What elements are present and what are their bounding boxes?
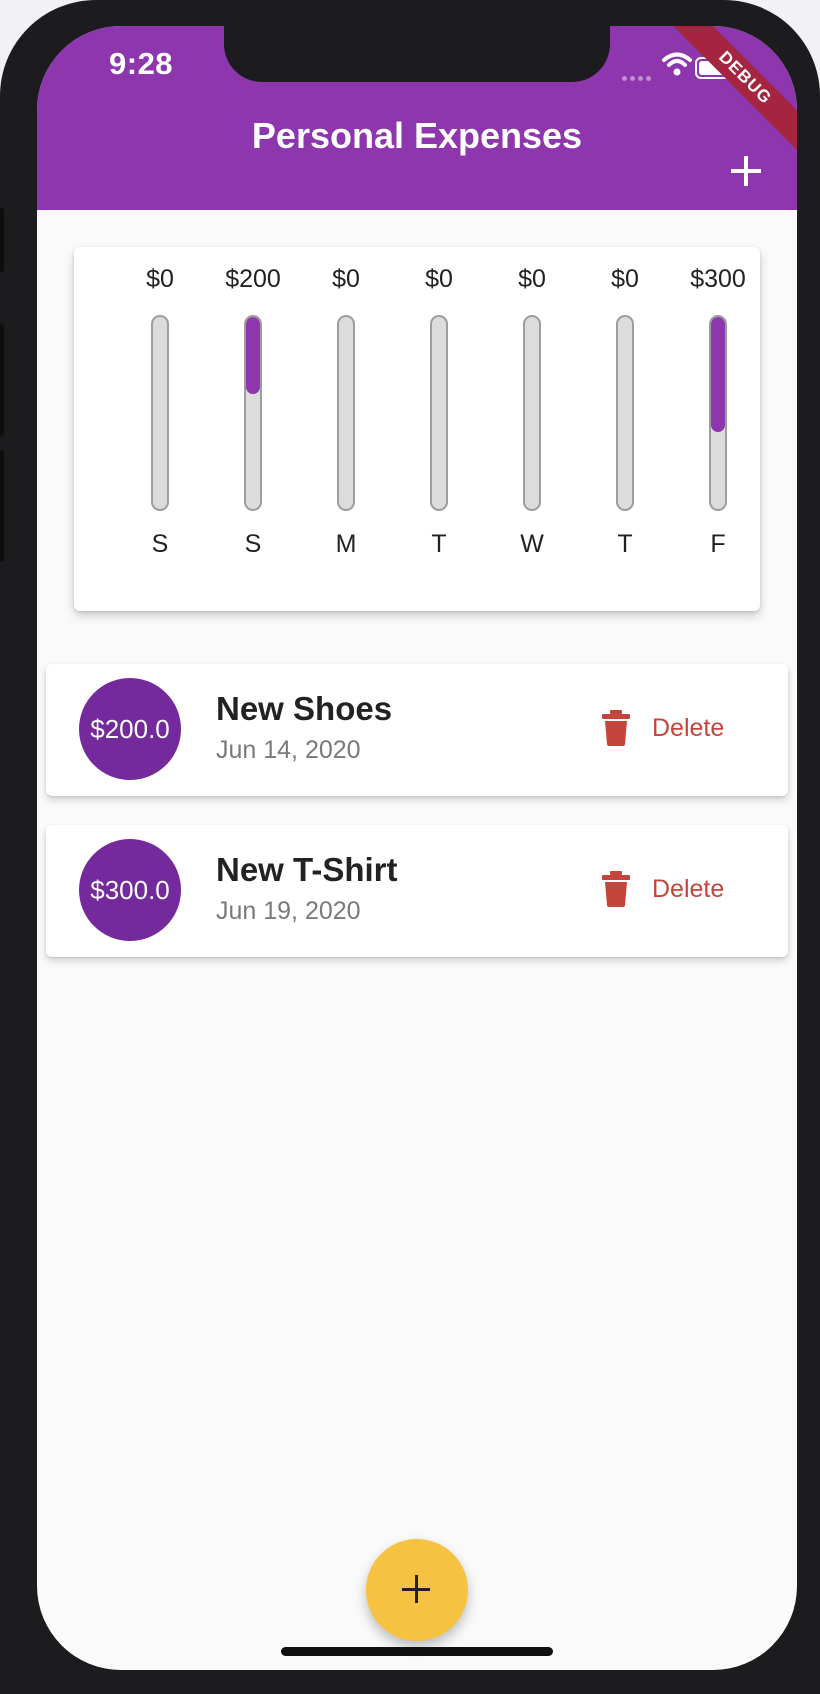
delete-label: Delete bbox=[652, 875, 725, 903]
phone-device: 9:28 DEBUG Personal Expenses $0 S $200 S… bbox=[0, 0, 820, 1694]
transaction-title: New Shoes bbox=[216, 690, 393, 727]
chart-day-column: $300 F bbox=[678, 247, 758, 611]
volume-down-button bbox=[0, 450, 4, 562]
chart-bar-track bbox=[430, 315, 448, 511]
chart-bar-track bbox=[244, 315, 262, 511]
delete-button[interactable]: Delete bbox=[601, 710, 761, 750]
chart-bar-track bbox=[151, 315, 169, 511]
chart-day-column: $0 T bbox=[585, 247, 665, 611]
chart-day-column: $0 M bbox=[306, 247, 386, 611]
chart-day-label: M bbox=[335, 530, 357, 558]
status-time: 9:28 bbox=[109, 46, 174, 81]
chart-day-label: T bbox=[617, 530, 633, 558]
chart-day-column: $200 S bbox=[213, 247, 293, 611]
app-title: Personal Expenses bbox=[251, 115, 583, 156]
app-bar: 9:28 DEBUG Personal Expenses bbox=[37, 26, 797, 210]
chart-day-column: $0 W bbox=[492, 247, 572, 611]
trash-icon bbox=[602, 871, 630, 907]
chart-day-label: W bbox=[520, 530, 544, 558]
chart-bar-track bbox=[709, 315, 727, 511]
chart-bar bbox=[711, 317, 725, 433]
weekly-chart-card: $0 S $200 S $0 M $0 T $0 W $0 T $300 F bbox=[74, 247, 760, 611]
wifi-icon bbox=[662, 52, 692, 76]
app-screen: 9:28 DEBUG Personal Expenses $0 S $200 S… bbox=[37, 26, 797, 1670]
amount-avatar: $300.0 bbox=[79, 839, 181, 941]
delete-button[interactable]: Delete bbox=[601, 871, 761, 911]
transaction-date: Jun 19, 2020 bbox=[216, 897, 361, 925]
chart-day-column: $0 T bbox=[399, 247, 479, 611]
chart-bar-track bbox=[337, 315, 355, 511]
trash-icon bbox=[602, 710, 630, 746]
add-transaction-fab[interactable] bbox=[366, 1539, 468, 1641]
chart-day-column: $0 S bbox=[120, 247, 200, 611]
notch bbox=[224, 26, 610, 82]
amount-avatar: $200.0 bbox=[79, 678, 181, 780]
chart-bar-track bbox=[616, 315, 634, 511]
chart-day-label: S bbox=[244, 530, 262, 558]
signal-icon bbox=[622, 68, 654, 86]
mute-switch bbox=[0, 208, 4, 272]
volume-up-button bbox=[0, 324, 4, 436]
chart-day-label: T bbox=[431, 530, 447, 558]
transaction-card: $300.0 New T-Shirt Jun 19, 2020 Delete bbox=[46, 825, 788, 957]
transaction-title: New T-Shirt bbox=[216, 851, 398, 888]
delete-label: Delete bbox=[652, 714, 725, 742]
transaction-card: $200.0 New Shoes Jun 14, 2020 Delete bbox=[46, 664, 788, 796]
home-indicator bbox=[281, 1647, 553, 1656]
chart-bar-track bbox=[523, 315, 541, 511]
chart-day-label: F bbox=[710, 530, 726, 558]
chart-value-label: $300 bbox=[690, 265, 746, 293]
chart-day-label: S bbox=[151, 530, 169, 558]
add-transaction-icon[interactable] bbox=[731, 156, 761, 186]
transaction-date: Jun 14, 2020 bbox=[216, 736, 361, 764]
chart-bar bbox=[246, 317, 260, 394]
